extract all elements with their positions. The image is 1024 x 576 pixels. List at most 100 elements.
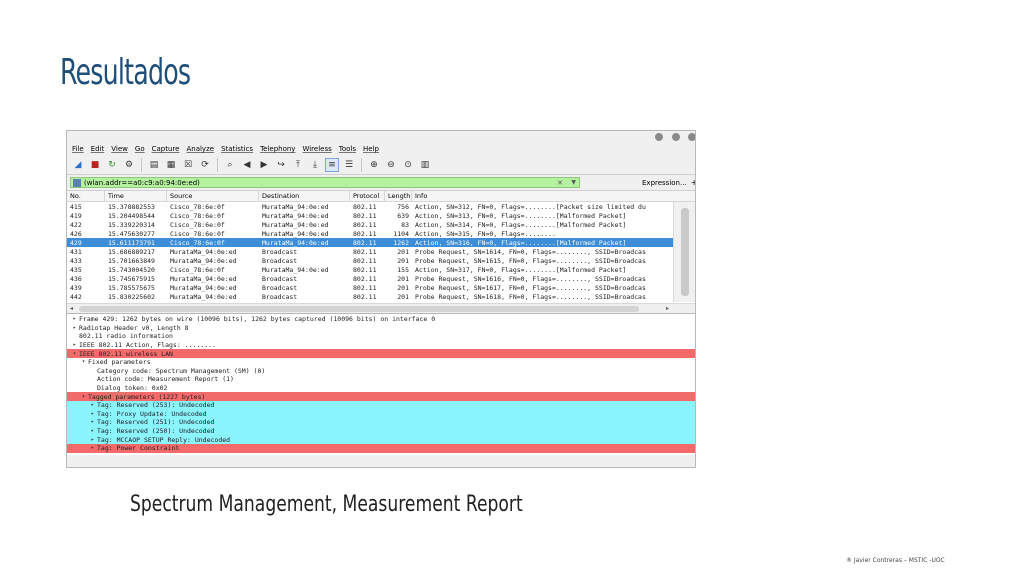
packet-row[interactable]: 431 15.686889217 MurataMa_94:0e:ed Broadcas… bbox=[67, 247, 695, 256]
resize-columns-icon[interactable]: ▥ bbox=[418, 158, 432, 172]
scroll-thumb[interactable] bbox=[681, 208, 689, 296]
packet-row[interactable]: 433 15.701663849 MurataMa_94:0e:ed Broadcas… bbox=[67, 256, 695, 265]
expanded-arrow-icon[interactable]: ▾ bbox=[79, 394, 88, 400]
packet-row[interactable]: 419 15.204498544 Cisco_78:6e:0f MurataMa_94… bbox=[67, 211, 695, 220]
reload-icon[interactable]: ⟳ bbox=[198, 158, 212, 172]
detail-tree-item[interactable]: ▸ Tag: Proxy Update: Undecoded bbox=[67, 409, 695, 419]
menu-analyze[interactable]: Analyze bbox=[186, 145, 214, 153]
collapsed-arrow-icon[interactable]: ▸ bbox=[70, 325, 79, 331]
detail-tree-item[interactable]: ▾ IEEE 802.11 wireless LAN bbox=[67, 349, 695, 358]
restart-icon[interactable]: ↻ bbox=[105, 158, 119, 172]
menu-statistics[interactable]: Statistics bbox=[221, 145, 253, 153]
detail-tree-item[interactable]: Category code: Spectrum Management (SM) … bbox=[67, 367, 695, 376]
zoom-in-icon[interactable]: ⊕ bbox=[367, 158, 381, 172]
expression-button[interactable]: Expression... bbox=[642, 179, 687, 187]
expanded-arrow-icon[interactable]: ▾ bbox=[70, 351, 79, 357]
packet-row[interactable]: 422 15.339220314 Cisco_78:6e:0f MurataMa_94… bbox=[67, 220, 695, 229]
column-no[interactable]: No. bbox=[67, 191, 105, 201]
menu-view[interactable]: View bbox=[111, 145, 128, 153]
options-icon[interactable]: ⚙ bbox=[122, 158, 136, 172]
detail-tree-item[interactable]: ▸ Radiotap Header v0, Length 8 bbox=[67, 324, 695, 333]
detail-tree-item[interactable]: ▸ Tag: Power Constraint bbox=[67, 443, 695, 453]
detail-tree-item[interactable]: ▸ IEEE 802.11 Action, Flags: ........ bbox=[67, 341, 695, 350]
filter-dropdown-icon[interactable]: ▼ bbox=[571, 179, 576, 186]
packet-cell-proto: 802.11 bbox=[353, 220, 377, 229]
packet-cell-proto: 802.11 bbox=[353, 229, 377, 238]
packet-cell-dst: MurataMa_94:0e:ed bbox=[262, 238, 329, 247]
packet-row[interactable]: 436 15.745675915 MurataMa_94:0e:ed Broadcas… bbox=[67, 274, 695, 283]
add-filter-button[interactable]: + bbox=[691, 178, 695, 187]
scroll-left-icon[interactable]: ◂ bbox=[70, 305, 73, 312]
autoscroll-icon[interactable]: ≡ bbox=[325, 157, 339, 172]
collapsed-arrow-icon[interactable]: ▸ bbox=[88, 402, 97, 408]
column-length[interactable]: Length bbox=[385, 191, 412, 201]
packet-list-hscroll[interactable]: ◂ ▸ bbox=[67, 303, 695, 313]
collapsed-arrow-icon[interactable]: ▸ bbox=[88, 419, 97, 425]
packet-row[interactable]: 426 15.475630277 Cisco_78:6e:0f MurataMa_94… bbox=[67, 229, 695, 238]
column-time[interactable]: Time bbox=[105, 191, 167, 201]
stop-icon[interactable]: ■ bbox=[88, 158, 102, 172]
packet-cell-time: 15.830225602 bbox=[108, 292, 155, 301]
detail-tree-item[interactable]: ▸ Frame 429: 1262 bytes on wire (10096 bi… bbox=[67, 315, 695, 324]
packet-row[interactable]: 442 15.830225602 MurataMa_94:0e:ed Broadcas… bbox=[67, 292, 695, 301]
zoom-reset-icon[interactable]: ⊙ bbox=[401, 158, 415, 172]
packet-list-vscroll[interactable] bbox=[673, 202, 695, 302]
filter-text[interactable]: (wlan.addr==a0:c9:a0:94:0e:ed) bbox=[84, 179, 200, 187]
column-protocol[interactable]: Protocol bbox=[350, 191, 385, 201]
column-source[interactable]: Source bbox=[167, 191, 259, 201]
open-icon[interactable]: ▤ bbox=[147, 158, 161, 172]
scroll-right-icon[interactable]: ▸ bbox=[666, 305, 669, 312]
forward-icon[interactable]: ▶ bbox=[257, 158, 271, 172]
shark-fin-icon[interactable]: ◢ bbox=[71, 158, 85, 172]
packet-row[interactable]: 439 15.785575675 MurataMa_94:0e:ed Broadcas… bbox=[67, 283, 695, 292]
detail-tree-item[interactable]: ▸ Tag: Reserved (251): Undecoded bbox=[67, 418, 695, 427]
detail-tree-item[interactable]: Action code: Measurement Report (1) bbox=[67, 375, 695, 384]
go-to-icon[interactable]: ↪ bbox=[274, 158, 288, 172]
column-destination[interactable]: Destination bbox=[259, 191, 350, 201]
detail-tree-item[interactable]: ▾ Fixed parameters bbox=[67, 358, 695, 367]
collapsed-arrow-icon[interactable]: ▸ bbox=[88, 445, 97, 451]
packet-row[interactable]: 435 15.743004520 Cisco_78:6e:0f MurataMa_94… bbox=[67, 265, 695, 274]
detail-text: Dialog token: 0x02 bbox=[97, 384, 168, 393]
display-filter-input[interactable]: (wlan.addr==a0:c9:a0:94:0e:ed) ✕ ▼ bbox=[70, 177, 580, 188]
close-file-icon[interactable]: ☒ bbox=[181, 158, 195, 172]
menu-help[interactable]: Help bbox=[363, 145, 379, 153]
first-icon[interactable]: ⤒ bbox=[291, 158, 305, 172]
menu-file[interactable]: File bbox=[72, 145, 84, 153]
find-icon[interactable]: ⌕ bbox=[223, 158, 237, 172]
menu-capture[interactable]: Capture bbox=[152, 145, 180, 153]
detail-tree-item[interactable]: ▾ Tagged parameters (1227 bytes) bbox=[67, 392, 695, 401]
bookmark-icon[interactable] bbox=[73, 178, 81, 187]
expanded-arrow-icon[interactable]: ▾ bbox=[79, 359, 88, 365]
zoom-out-icon[interactable]: ⊖ bbox=[384, 158, 398, 172]
menu-telephony[interactable]: Telephony bbox=[260, 145, 295, 153]
collapsed-arrow-icon[interactable]: ▸ bbox=[70, 342, 79, 348]
detail-text: IEEE 802.11 Action, Flags: ........ bbox=[79, 341, 216, 350]
scroll-thumb[interactable] bbox=[79, 306, 639, 312]
collapsed-arrow-icon[interactable]: ▸ bbox=[88, 428, 97, 434]
packet-cell-proto: 802.11 bbox=[353, 292, 377, 301]
collapsed-arrow-icon[interactable]: ▸ bbox=[88, 411, 97, 417]
detail-tree-item[interactable]: 802.11 radio information bbox=[67, 332, 695, 341]
column-info[interactable]: Info bbox=[412, 191, 672, 201]
collapsed-arrow-icon[interactable]: ▸ bbox=[70, 316, 79, 322]
clear-filter-icon[interactable]: ✕ bbox=[557, 179, 563, 187]
minimize-icon[interactable] bbox=[655, 133, 663, 141]
menu-edit[interactable]: Edit bbox=[91, 145, 105, 153]
menu-go[interactable]: Go bbox=[135, 145, 145, 153]
packet-row[interactable]: 415 15.378882553 Cisco_78:6e:0f MurataMa_94… bbox=[67, 202, 695, 211]
last-icon[interactable]: ⤓ bbox=[308, 158, 322, 172]
maximize-icon[interactable] bbox=[672, 133, 680, 141]
back-icon[interactable]: ◀ bbox=[240, 158, 254, 172]
detail-tree-item[interactable]: ▸ Tag: Reserved (253): Undecoded bbox=[67, 400, 695, 410]
save-icon[interactable]: ▦ bbox=[164, 158, 178, 172]
detail-tree-item[interactable]: Dialog token: 0x02 bbox=[67, 384, 695, 393]
detail-tree-item[interactable]: ▸ Tag: MCCAOP SETUP Reply: Undecoded bbox=[67, 435, 695, 444]
collapsed-arrow-icon[interactable]: ▸ bbox=[88, 437, 97, 443]
close-icon[interactable] bbox=[688, 133, 695, 141]
packet-row[interactable]: 429 15.611173791 Cisco_78:6e:0f MurataMa_94… bbox=[67, 238, 695, 247]
menu-wireless[interactable]: Wireless bbox=[302, 145, 331, 153]
colorize-icon[interactable]: ☰ bbox=[342, 158, 356, 172]
menu-tools[interactable]: Tools bbox=[339, 145, 356, 153]
detail-tree-item[interactable]: ▸ Tag: Reserved (250): Undecoded bbox=[67, 426, 695, 436]
